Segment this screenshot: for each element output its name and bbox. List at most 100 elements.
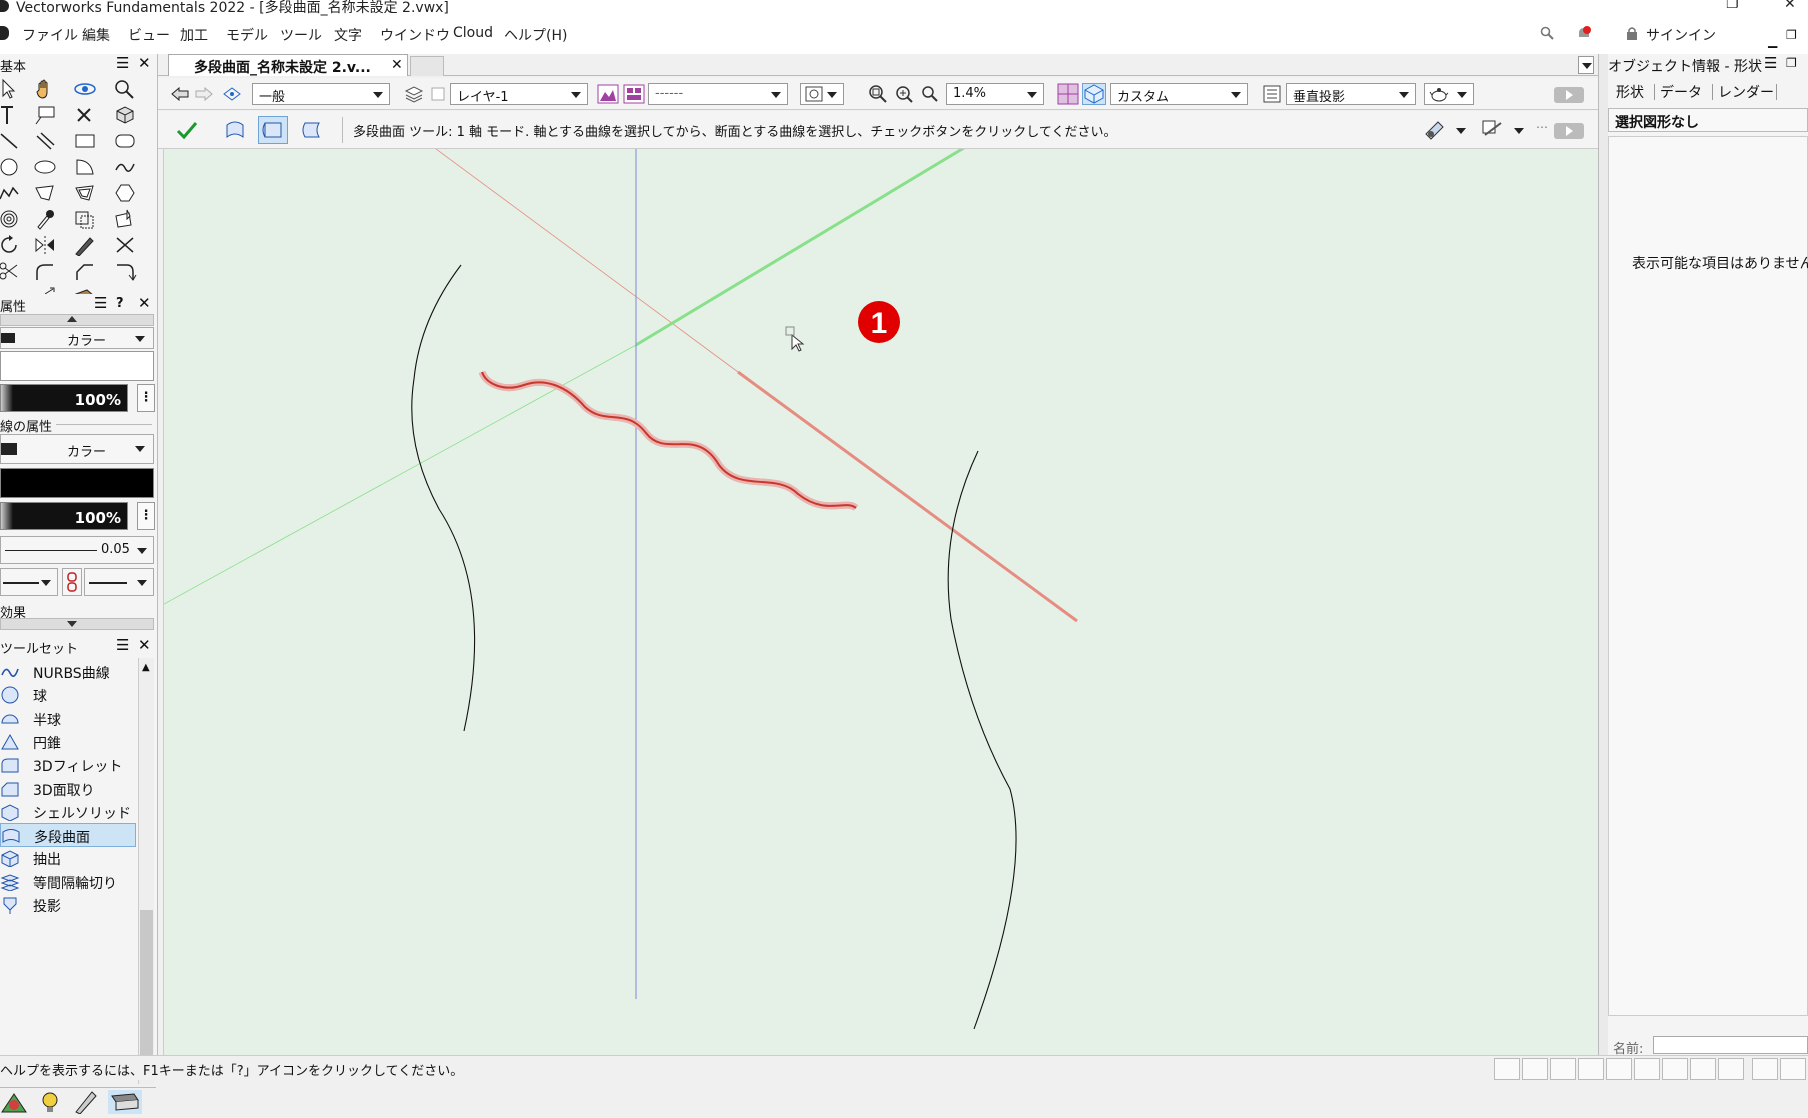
oip-restore-icon[interactable]: ❐	[1786, 56, 1797, 70]
snap-settings-icon[interactable]	[1780, 1058, 1806, 1080]
regular-polygon-tool-icon[interactable]	[108, 180, 142, 206]
drawing-canvas[interactable]: 1	[143, 123, 1599, 1055]
link-markers-button[interactable]	[62, 568, 82, 596]
attributes-scroll-up[interactable]	[0, 314, 154, 326]
toolset-close-icon[interactable]: ✕	[138, 636, 151, 654]
palette-close-icon[interactable]: ✕	[138, 54, 151, 72]
rotate-tool-icon[interactable]	[0, 232, 26, 258]
start-marker-dropdown[interactable]	[0, 568, 58, 596]
left-profile-curve[interactable]	[411, 264, 476, 732]
menu-window[interactable]: ウインドウ	[380, 25, 450, 45]
toolset-item[interactable]: NURBS曲線	[0, 660, 136, 684]
menu-text[interactable]: 文字	[334, 25, 362, 45]
snap-edge-icon[interactable]	[1634, 1058, 1660, 1080]
freehand-tool-icon[interactable]	[108, 154, 142, 180]
menu-view[interactable]: ビュー	[128, 25, 170, 45]
help-icon[interactable]: ?	[116, 296, 124, 311]
drawing-area[interactable]: 1	[143, 123, 1599, 1055]
zoom-icon[interactable]	[918, 83, 942, 105]
toolset-item[interactable]: 多段曲面	[0, 823, 136, 848]
class-visibility-icon[interactable]	[220, 83, 244, 105]
eyedropper-tool-icon[interactable]	[28, 206, 62, 232]
canvas-scrollbar[interactable]	[1598, 54, 1608, 1055]
fill-type-dropdown[interactable]: カラー	[0, 327, 154, 349]
search-icon[interactable]	[1540, 26, 1554, 44]
dims-toolset-icon[interactable]	[72, 1090, 100, 1115]
toolset-scrollbar[interactable]: ▲ ▼	[138, 658, 154, 1084]
next-view-icon[interactable]	[192, 83, 216, 105]
render-options-dropdown[interactable]	[800, 83, 844, 105]
fillet-tool-icon[interactable]	[28, 258, 62, 284]
toolset-item[interactable]: 投影	[0, 893, 136, 917]
document-tab[interactable]: 多段曲面_名称未設定 2.v... ✕	[168, 54, 408, 76]
snap-object-icon[interactable]	[1522, 1058, 1548, 1080]
preferences-icon[interactable]	[1420, 116, 1450, 144]
double-line-tool-icon[interactable]	[28, 128, 62, 154]
arc-tool-icon[interactable]	[68, 154, 102, 180]
options-icon[interactable]	[1478, 116, 1508, 144]
3d-locus-tool-icon[interactable]	[108, 102, 142, 128]
reshape-tool-icon[interactable]	[108, 206, 142, 232]
toolset-item[interactable]: 等間隔輪切り	[0, 870, 136, 894]
name-field[interactable]	[1653, 1036, 1808, 1054]
snap-distance-icon[interactable]	[1606, 1058, 1632, 1080]
polygon-tool-icon[interactable]	[28, 180, 62, 206]
menu-edit[interactable]: 編集	[82, 25, 110, 45]
checkmark-icon[interactable]	[172, 116, 202, 144]
snap-tangent-icon[interactable]	[1662, 1058, 1688, 1080]
sheet-layer-icon[interactable]	[622, 83, 646, 105]
tab-list-dropdown[interactable]	[1578, 56, 1594, 74]
end-marker-dropdown[interactable]	[84, 568, 154, 596]
line-tool-icon[interactable]	[0, 128, 26, 154]
oip-menu-icon[interactable]: ☰	[1764, 54, 1777, 72]
line-opacity-menu[interactable]: ⋮	[137, 502, 155, 530]
toolset-item[interactable]: 円錐	[0, 730, 136, 754]
selection-tool-icon[interactable]	[0, 76, 26, 102]
pause-icon[interactable]	[1752, 1058, 1778, 1080]
fit-to-window-icon[interactable]	[866, 83, 890, 105]
fill-opacity-menu[interactable]: ⋮	[137, 384, 155, 412]
right-profile-curve[interactable]	[947, 450, 1017, 1030]
chamfer-tool-icon[interactable]	[68, 258, 102, 284]
preferences-dropdown[interactable]	[1454, 121, 1468, 141]
previous-view-icon[interactable]	[168, 83, 192, 105]
attributes-close-icon[interactable]: ✕	[138, 294, 151, 312]
clip-tool-icon[interactable]	[0, 258, 26, 284]
visualization-toolset-icon[interactable]	[36, 1090, 64, 1114]
tab-shape[interactable]: 形状	[1616, 82, 1644, 102]
menu-cloud[interactable]: Cloud	[453, 25, 493, 41]
offset-tool-icon[interactable]	[68, 206, 102, 232]
render-settings-icon[interactable]	[1260, 83, 1284, 105]
signin-link[interactable]: サインイン	[1646, 25, 1716, 45]
close-tab-icon[interactable]: ✕	[391, 57, 403, 73]
connect-tool-icon[interactable]	[108, 258, 142, 284]
toolset-item[interactable]: 3D面取り	[0, 777, 136, 801]
toolset-item[interactable]: 球	[0, 683, 136, 707]
new-tab-button[interactable]	[410, 56, 444, 76]
rail-mode-icon[interactable]	[220, 116, 250, 144]
toolset-item[interactable]: 半球	[0, 707, 136, 731]
line-opacity-slider[interactable]: 100%	[0, 502, 128, 530]
line-weight-dropdown[interactable]: 0.05	[0, 536, 154, 564]
zoom-dropdown[interactable]: 1.4%	[946, 83, 1044, 105]
menu-file[interactable]: ファイル	[22, 25, 78, 45]
one-rail-mode-icon[interactable]	[258, 116, 288, 144]
tab-render[interactable]: レンダー	[1718, 82, 1774, 102]
snap-surface-icon[interactable]	[1718, 1058, 1744, 1080]
render-mode-dropdown[interactable]: カスタム	[1110, 83, 1248, 105]
architect-toolset-icon[interactable]	[0, 1090, 28, 1114]
saved-view-icon[interactable]	[596, 83, 620, 105]
locus-tool-icon[interactable]	[68, 102, 102, 128]
menu-model[interactable]: モデル	[226, 25, 268, 45]
tab-data[interactable]: データ	[1660, 82, 1702, 102]
line-color-field[interactable]	[0, 468, 154, 498]
rail-curve[interactable]	[481, 371, 857, 509]
line-type-dropdown[interactable]: カラー	[0, 434, 154, 464]
toolset-menu-icon[interactable]: ☰	[116, 636, 129, 654]
scroll-up-icon[interactable]: ▲	[142, 662, 150, 673]
view-dropdown[interactable]: ------	[648, 83, 788, 105]
layer-dropdown[interactable]: レイヤ-1	[450, 83, 588, 105]
polyline-tool-icon[interactable]	[0, 180, 26, 206]
oval-tool-icon[interactable]	[28, 154, 62, 180]
attributes-scroll-down[interactable]	[0, 618, 154, 630]
